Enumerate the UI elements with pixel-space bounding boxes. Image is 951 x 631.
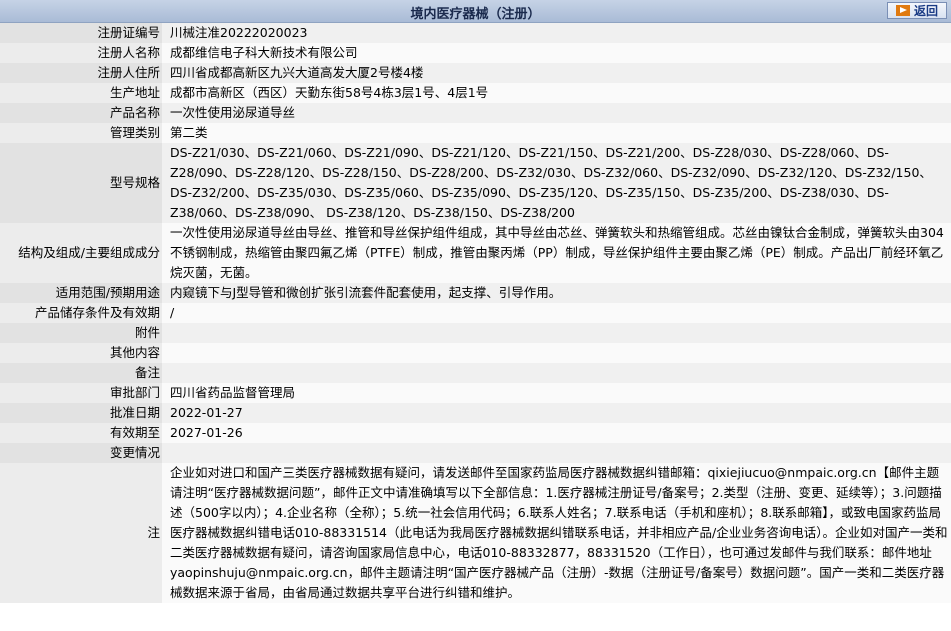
label-model-spec: 型号规格 — [0, 143, 162, 223]
value-registrant-name: 成都维信电子科大新技术有限公司 — [162, 43, 951, 63]
arrow-right-icon — [895, 5, 910, 16]
row-intended-use: 适用范围/预期用途 内窥镜下与J型导管和微创扩张引流套件配套使用，起支撑、引导作… — [0, 283, 951, 303]
row-production-address: 生产地址 成都市高新区（西区）天勤东街58号4栋3层1号、4层1号 — [0, 83, 951, 103]
value-note: 企业如对进口和国产三类医疗器械数据有疑问，请发送邮件至国家药监局医疗器械数据纠错… — [162, 463, 951, 603]
registration-info-table: 注册证编号 川械注准20222020023 注册人名称 成都维信电子科大新技术有… — [0, 23, 951, 603]
row-registrant-address: 注册人住所 四川省成都高新区九兴大道高发大厦2号楼4楼 — [0, 63, 951, 83]
label-attachment: 附件 — [0, 323, 162, 343]
label-registration-no: 注册证编号 — [0, 23, 162, 43]
label-remark: 备注 — [0, 363, 162, 383]
value-approval-date: 2022-01-27 — [162, 403, 951, 423]
label-approval-dept: 审批部门 — [0, 383, 162, 403]
row-changes: 变更情况 — [0, 443, 951, 463]
value-storage: / — [162, 303, 951, 323]
label-other: 其他内容 — [0, 343, 162, 363]
label-storage: 产品储存条件及有效期 — [0, 303, 162, 323]
label-product-name: 产品名称 — [0, 103, 162, 123]
label-registrant-address: 注册人住所 — [0, 63, 162, 83]
row-valid-until: 有效期至 2027-01-26 — [0, 423, 951, 443]
row-other: 其他内容 — [0, 343, 951, 363]
label-changes: 变更情况 — [0, 443, 162, 463]
label-intended-use: 适用范围/预期用途 — [0, 283, 162, 303]
row-model-spec: 型号规格 DS-Z21/030、DS-Z21/060、DS-Z21/090、DS… — [0, 143, 951, 223]
label-production-address: 生产地址 — [0, 83, 162, 103]
value-product-name: 一次性使用泌尿道导丝 — [162, 103, 951, 123]
value-intended-use: 内窥镜下与J型导管和微创扩张引流套件配套使用，起支撑、引导作用。 — [162, 283, 951, 303]
value-production-address: 成都市高新区（西区）天勤东街58号4栋3层1号、4层1号 — [162, 83, 951, 103]
row-product-name: 产品名称 一次性使用泌尿道导丝 — [0, 103, 951, 123]
value-other — [162, 343, 951, 363]
header-bar: 境内医疗器械（注册） 返回 — [0, 0, 951, 23]
value-remark — [162, 363, 951, 383]
row-remark: 备注 — [0, 363, 951, 383]
value-registrant-address: 四川省成都高新区九兴大道高发大厦2号楼4楼 — [162, 63, 951, 83]
back-button-label: 返回 — [913, 4, 938, 18]
value-structure: 一次性使用泌尿道导丝由导丝、推管和导丝保护组件组成，其中导丝由芯丝、弹簧软头和热… — [162, 223, 951, 283]
label-registrant-name: 注册人名称 — [0, 43, 162, 63]
value-attachment — [162, 323, 951, 343]
row-note: 注 企业如对进口和国产三类医疗器械数据有疑问，请发送邮件至国家药监局医疗器械数据… — [0, 463, 951, 603]
row-structure: 结构及组成/主要组成成分 一次性使用泌尿道导丝由导丝、推管和导丝保护组件组成，其… — [0, 223, 951, 283]
row-approval-dept: 审批部门 四川省药品监督管理局 — [0, 383, 951, 403]
back-button[interactable]: 返回 — [887, 2, 947, 19]
row-approval-date: 批准日期 2022-01-27 — [0, 403, 951, 423]
page-title: 境内医疗器械（注册） — [410, 7, 541, 22]
value-management-class: 第二类 — [162, 123, 951, 143]
row-registration-no: 注册证编号 川械注准20222020023 — [0, 23, 951, 43]
label-valid-until: 有效期至 — [0, 423, 162, 443]
value-valid-until: 2027-01-26 — [162, 423, 951, 443]
row-registrant-name: 注册人名称 成都维信电子科大新技术有限公司 — [0, 43, 951, 63]
row-attachment: 附件 — [0, 323, 951, 343]
value-approval-dept: 四川省药品监督管理局 — [162, 383, 951, 403]
value-changes — [162, 443, 951, 463]
value-registration-no: 川械注准20222020023 — [162, 23, 951, 43]
value-model-spec: DS-Z21/030、DS-Z21/060、DS-Z21/090、DS-Z21/… — [162, 143, 951, 223]
row-management-class: 管理类别 第二类 — [0, 123, 951, 143]
row-storage: 产品储存条件及有效期 / — [0, 303, 951, 323]
label-note: 注 — [0, 463, 162, 603]
label-approval-date: 批准日期 — [0, 403, 162, 423]
label-structure: 结构及组成/主要组成成分 — [0, 223, 162, 283]
label-management-class: 管理类别 — [0, 123, 162, 143]
page: 境内医疗器械（注册） 返回 注册证编号 川械注准20222020023 注册人名… — [0, 0, 951, 631]
